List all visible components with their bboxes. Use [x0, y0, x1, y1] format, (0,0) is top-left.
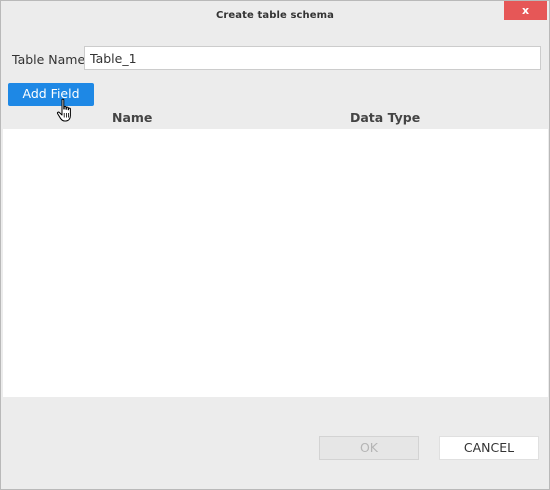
- ok-button[interactable]: OK: [319, 436, 419, 460]
- cancel-button[interactable]: CANCEL: [439, 436, 539, 460]
- close-button[interactable]: x: [504, 1, 547, 20]
- hand-pointer-icon: [56, 98, 71, 122]
- table-name-label: Table Name: [12, 52, 86, 67]
- dialog-titlebar: Create table schema x: [1, 1, 549, 31]
- add-field-button[interactable]: Add Field: [8, 83, 94, 106]
- schema-grid-body[interactable]: [3, 129, 548, 397]
- table-name-input[interactable]: [84, 46, 541, 70]
- column-header-name[interactable]: Name: [112, 110, 152, 125]
- create-table-schema-dialog: Create table schema x Table Name Add Fie…: [0, 0, 550, 490]
- dialog-title: Create table schema: [215, 10, 335, 21]
- column-header-data-type[interactable]: Data Type: [350, 110, 420, 125]
